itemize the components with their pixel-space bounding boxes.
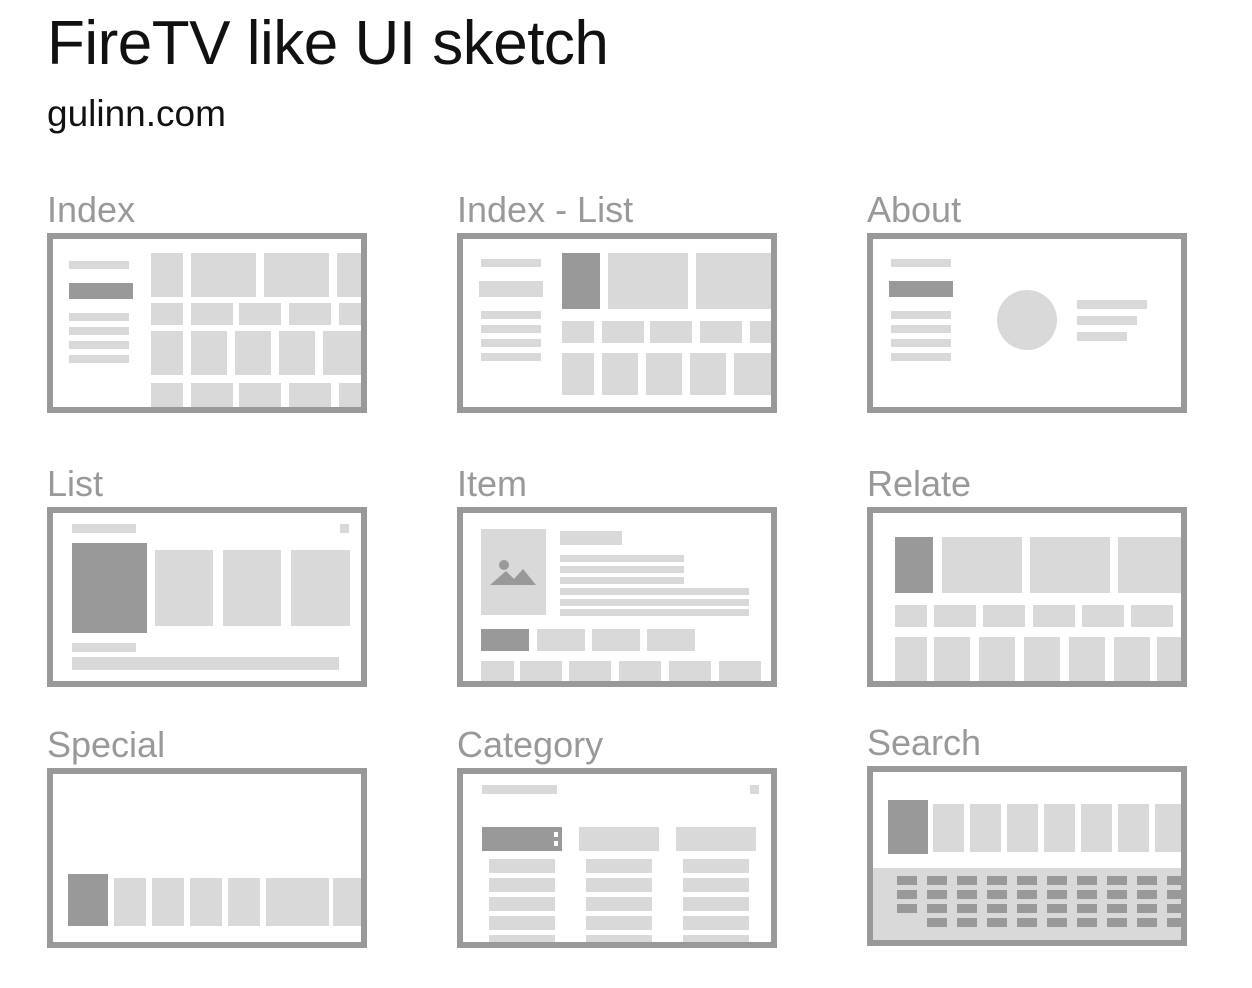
keyboard-key xyxy=(1047,904,1067,913)
keyboard-key xyxy=(1107,876,1127,885)
panel-special-sketch xyxy=(47,768,367,948)
keyboard-key xyxy=(1017,918,1037,927)
keyboard-key xyxy=(897,890,917,899)
panel-label-special: Special xyxy=(47,724,166,765)
keyboard-key xyxy=(1017,904,1037,913)
keyboard-key xyxy=(1137,904,1157,913)
panel-search-sketch xyxy=(867,766,1187,946)
panel-label-index-list: Index - List xyxy=(457,189,634,230)
panel-label-item: Item xyxy=(457,463,528,504)
panel-label-search: Search xyxy=(867,722,982,763)
keyboard-key xyxy=(1137,876,1157,885)
keyboard-key xyxy=(1167,876,1181,885)
keyboard-key xyxy=(957,890,977,899)
keyboard-key xyxy=(987,918,1007,927)
keyboard-key xyxy=(1017,890,1037,899)
keyboard-key xyxy=(987,904,1007,913)
keyboard-key xyxy=(1077,918,1097,927)
panel-index-sketch xyxy=(47,233,367,413)
panel-label-index: Index xyxy=(47,189,136,230)
keyboard-key xyxy=(1077,890,1097,899)
page-title: FireTV like UI sketch xyxy=(47,9,609,78)
keyboard-key xyxy=(1077,904,1097,913)
keyboard-key xyxy=(1107,904,1127,913)
panel-category-sketch xyxy=(457,768,777,948)
keyboard-key xyxy=(897,876,917,885)
keyboard-key xyxy=(1107,890,1127,899)
keyboard-key xyxy=(1167,890,1181,899)
panel-label-about: About xyxy=(867,189,962,230)
keyboard-key xyxy=(957,918,977,927)
image-placeholder-icon xyxy=(481,529,546,615)
keyboard-key xyxy=(927,876,947,885)
keyboard-key xyxy=(1137,918,1157,927)
panel-relate-sketch xyxy=(867,507,1187,687)
keyboard-key xyxy=(1047,876,1067,885)
keyboard-key xyxy=(957,876,977,885)
keyboard-key xyxy=(987,876,1007,885)
keyboard-key xyxy=(957,904,977,913)
keyboard-key xyxy=(927,890,947,899)
panel-label-category: Category xyxy=(457,724,604,765)
keyboard-key xyxy=(1167,918,1181,927)
keyboard-key xyxy=(1077,876,1097,885)
keyboard-key xyxy=(927,904,947,913)
keyboard-key xyxy=(927,918,947,927)
panel-label-relate: Relate xyxy=(867,463,972,504)
keyboard-key xyxy=(1047,890,1067,899)
keyboard-key xyxy=(1107,918,1127,927)
keyboard-key xyxy=(987,890,1007,899)
keyboard-key xyxy=(1167,904,1181,913)
keyboard-key xyxy=(1137,890,1157,899)
panel-list-sketch xyxy=(47,507,367,687)
keyboard-key xyxy=(1017,876,1037,885)
keyboard-key xyxy=(897,904,917,913)
panel-about-sketch xyxy=(867,233,1187,413)
panel-index-list-sketch xyxy=(457,233,777,413)
panel-label-list: List xyxy=(47,463,104,504)
page-subtitle: gulinn.com xyxy=(47,93,226,134)
keyboard-key xyxy=(1047,918,1067,927)
panel-item-sketch xyxy=(457,507,777,687)
